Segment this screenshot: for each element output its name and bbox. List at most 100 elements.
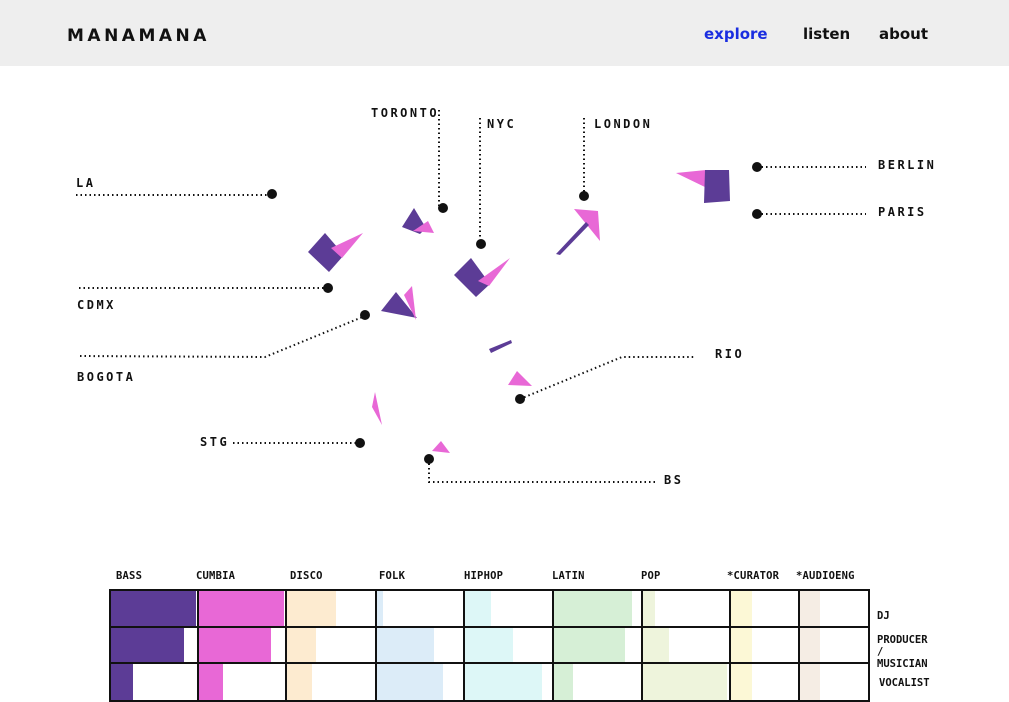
- matrix-cell[interactable]: [375, 662, 465, 702]
- matrix-cell[interactable]: [641, 662, 731, 702]
- row-label-dj: DJ: [877, 610, 890, 622]
- city-label-bogota[interactable]: BOGOTA: [77, 370, 135, 384]
- city-dot-la[interactable]: [267, 189, 277, 199]
- shape-cluster-toronto[interactable]: [402, 208, 434, 234]
- shape-cluster-nyc[interactable]: [454, 258, 510, 297]
- matrix-cell[interactable]: [197, 662, 287, 702]
- city-dot-toronto[interactable]: [438, 203, 448, 213]
- city-dot-bs[interactable]: [424, 454, 434, 464]
- matrix-cell[interactable]: [463, 626, 554, 664]
- column-label-cumbia: CUMBIA: [196, 570, 236, 582]
- matrix-cell-fill: [465, 628, 513, 662]
- shape-cluster-london[interactable]: [556, 209, 600, 255]
- matrix-cell[interactable]: [552, 626, 643, 664]
- column-label-latin: LATIN: [552, 570, 585, 582]
- city-dot-bogota[interactable]: [360, 310, 370, 320]
- matrix-cell[interactable]: [285, 662, 377, 702]
- shape-cluster-stg[interactable]: [372, 392, 382, 425]
- matrix-cell-fill: [800, 591, 821, 626]
- matrix-cell[interactable]: [552, 589, 643, 628]
- shape-cluster-rio[interactable]: [508, 371, 532, 386]
- leader-line-rio: [519, 356, 696, 400]
- matrix-cell-fill: [199, 664, 224, 700]
- matrix-cell-fill: [731, 591, 753, 626]
- matrix-cell[interactable]: [109, 662, 199, 702]
- city-label-toronto[interactable]: TORONTO: [371, 106, 439, 120]
- matrix-cell[interactable]: [197, 626, 287, 664]
- column-label-bass: BASS: [116, 570, 143, 582]
- matrix-cell[interactable]: [285, 626, 377, 664]
- matrix-cell-fill: [465, 591, 492, 626]
- shape-cluster-la[interactable]: [308, 233, 363, 272]
- matrix-cell-fill: [643, 664, 728, 700]
- matrix-cell[interactable]: [375, 589, 465, 628]
- matrix-cell-fill: [287, 628, 317, 662]
- city-dot-paris[interactable]: [752, 209, 762, 219]
- nav-about[interactable]: about: [879, 25, 928, 43]
- city-label-la[interactable]: LA: [76, 176, 95, 190]
- matrix-cell[interactable]: [109, 589, 199, 628]
- column-label-folk: FOLK: [379, 570, 406, 582]
- row-label-vocalist: VOCALIST: [879, 677, 930, 689]
- nav-explore[interactable]: explore: [704, 25, 768, 43]
- matrix-cell-fill: [287, 664, 312, 700]
- column-label-audioeng: *AUDIOENG: [796, 570, 855, 582]
- site-logo[interactable]: MANAMANA: [67, 26, 210, 46]
- city-label-paris[interactable]: PARIS: [878, 205, 927, 219]
- city-label-bs[interactable]: BS: [664, 473, 683, 487]
- matrix-cell-fill: [643, 591, 656, 626]
- matrix-cell[interactable]: [641, 626, 731, 664]
- matrix-cell-fill: [554, 591, 633, 626]
- matrix-cell[interactable]: [463, 662, 554, 702]
- city-dot-rio[interactable]: [515, 394, 525, 404]
- matrix-cell-fill: [377, 591, 384, 626]
- matrix-cell[interactable]: [798, 626, 870, 664]
- matrix-cell[interactable]: [109, 626, 199, 664]
- city-dot-london[interactable]: [579, 191, 589, 201]
- matrix-cell[interactable]: [641, 589, 731, 628]
- matrix-cell-fill: [111, 591, 197, 626]
- shape-cluster-berlin[interactable]: [676, 170, 730, 203]
- matrix-cell[interactable]: [285, 589, 377, 628]
- city-dot-cdmx[interactable]: [323, 283, 333, 293]
- nav-listen[interactable]: listen: [803, 25, 850, 43]
- matrix-cell[interactable]: [463, 589, 554, 628]
- matrix-cell-fill: [731, 664, 753, 700]
- matrix-cell-fill: [111, 664, 133, 700]
- header-bar: MANAMANA explore listen about: [0, 0, 1009, 66]
- matrix-cell[interactable]: [197, 589, 287, 628]
- matrix-cell-fill: [643, 628, 669, 662]
- city-dots: [267, 162, 762, 464]
- matrix-cell-fill: [199, 628, 272, 662]
- leader-line-bogota: [79, 315, 366, 359]
- column-label-disco: DISCO: [290, 570, 323, 582]
- matrix-cell-fill: [731, 628, 753, 662]
- column-label-hiphop: HIPHOP: [464, 570, 504, 582]
- matrix-cell-fill: [377, 628, 434, 662]
- shape-cluster-bogota[interactable]: [381, 286, 417, 320]
- city-label-rio[interactable]: RIO: [715, 347, 744, 361]
- city-label-nyc[interactable]: NYC: [487, 117, 516, 131]
- city-label-berlin[interactable]: BERLIN: [878, 158, 936, 172]
- matrix-cell[interactable]: [375, 626, 465, 664]
- city-dot-nyc[interactable]: [476, 239, 486, 249]
- city-label-london[interactable]: LONDON: [594, 117, 652, 131]
- matrix-cell[interactable]: [729, 626, 800, 664]
- matrix-cell-fill: [465, 664, 542, 700]
- matrix-cell[interactable]: [798, 662, 870, 702]
- matrix-cell[interactable]: [798, 589, 870, 628]
- leader-lines: [76, 110, 866, 483]
- matrix-cell[interactable]: [552, 662, 643, 702]
- map-canvas: [76, 110, 866, 483]
- city-dot-berlin[interactable]: [752, 162, 762, 172]
- shape-cluster-bs[interactable]: [432, 441, 450, 453]
- shape-cluster-center[interactable]: [489, 340, 512, 353]
- city-dot-stg[interactable]: [355, 438, 365, 448]
- matrix-cell[interactable]: [729, 589, 800, 628]
- city-label-cdmx[interactable]: CDMX: [77, 298, 116, 312]
- matrix-cell-fill: [800, 628, 821, 662]
- city-label-stg[interactable]: STG: [200, 435, 229, 449]
- matrix-cell[interactable]: [729, 662, 800, 702]
- row-label-producer: PRODUCER / MUSICIAN: [877, 634, 928, 670]
- matrix-cell-fill: [111, 628, 185, 662]
